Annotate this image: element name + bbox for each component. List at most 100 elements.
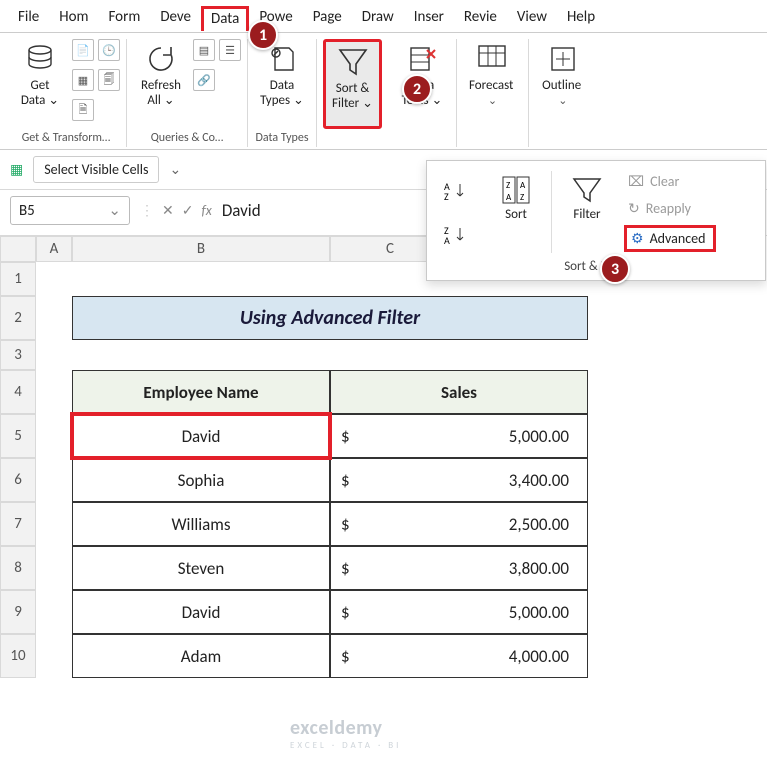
worksheet[interactable]: A B C 1 2 Using Advanced Filter 3 4 Empl… (0, 236, 767, 678)
existing-conn-icon[interactable]: 🗎 (72, 99, 94, 121)
menu-file[interactable]: File (8, 4, 49, 32)
reapply-icon: ↻ (628, 200, 640, 217)
callout-badge-2: 2 (402, 74, 432, 104)
reapply-filter-button[interactable]: ↻ Reapply (624, 198, 716, 219)
cell-B6[interactable]: Sophia (72, 458, 330, 502)
menu-insert[interactable]: Inser (404, 4, 454, 32)
cell-B8[interactable]: Steven (72, 546, 330, 590)
sort-desc-button[interactable]: ZA (435, 215, 481, 253)
col-header-A[interactable]: A (36, 236, 72, 262)
menu-view[interactable]: View (507, 4, 557, 32)
menu-developer[interactable]: Deve (150, 4, 201, 32)
ribbon: GetData ⌄ 📄 🕒 ▦ 🗐 🗎 Get & Transform… Ref… (0, 32, 767, 150)
fx-icon[interactable]: fx (201, 202, 211, 219)
sort-filter-dropdown: AZ ZA ZAAZ Sort Filter ⌧ Clear ↻ Reapply (426, 160, 766, 281)
cell-B5[interactable]: David (72, 414, 330, 458)
svg-text:A: A (444, 234, 450, 244)
menu-help[interactable]: Help (557, 4, 605, 32)
sort-asc-button[interactable]: AZ (435, 171, 481, 209)
refresh-all-button[interactable]: RefreshAll ⌄ (133, 39, 189, 129)
menu-draw[interactable]: Draw (352, 4, 404, 32)
cell-C8[interactable]: $3,800.00 (330, 546, 588, 590)
cell-C9[interactable]: $5,000.00 (330, 590, 588, 634)
cell-B3[interactable] (72, 340, 330, 370)
queries-icon[interactable]: ▤ (193, 39, 215, 61)
from-text-icon[interactable]: 📄 (72, 39, 94, 61)
sort-filter-button[interactable]: Sort &Filter ⌄ (323, 39, 382, 129)
select-visible-cells-button[interactable]: Select Visible Cells (33, 156, 159, 183)
group-label-queries: Queries & Co… (151, 129, 224, 147)
enter-icon[interactable]: ✓ (182, 202, 194, 219)
chevron-down-icon: ⌄ (108, 201, 121, 220)
cell-C10[interactable]: $4,000.00 (330, 634, 588, 678)
cell-B9[interactable]: David (72, 590, 330, 634)
cell-A2[interactable] (36, 296, 72, 340)
from-web-icon[interactable]: 🕒 (98, 39, 120, 61)
select-all-corner[interactable] (0, 236, 36, 262)
cell-B10[interactable]: Adam (72, 634, 330, 678)
group-get-transform: GetData ⌄ 📄 🕒 ▦ 🗐 🗎 Get & Transform… (6, 39, 127, 147)
get-transform-small-icons: 📄 🕒 ▦ 🗐 🗎 (72, 39, 120, 125)
group-queries: RefreshAll ⌄ ▤ ☰ 🔗 Queries & Co… (127, 39, 248, 147)
edit-links-icon[interactable]: 🔗 (193, 69, 215, 91)
cell-A7[interactable] (36, 502, 72, 546)
cell-A8[interactable] (36, 546, 72, 590)
svg-text:Z: Z (506, 180, 510, 191)
cell-C5[interactable]: $5,000.00 (330, 414, 588, 458)
sort-button[interactable]: ZAAZ Sort (493, 171, 539, 224)
row-header-8[interactable]: 8 (0, 546, 36, 590)
name-box[interactable]: B5 ⌄ (10, 196, 130, 225)
cell-A5[interactable] (36, 414, 72, 458)
col-header-B[interactable]: B (72, 236, 330, 262)
cell-C3[interactable] (330, 340, 588, 370)
cell-A6[interactable] (36, 458, 72, 502)
cell-A3[interactable] (36, 340, 72, 370)
cell-B7[interactable]: Williams (72, 502, 330, 546)
menu-bar: File Hom Form Deve Data Powe Page Draw I… (0, 0, 767, 32)
sort-icon: ZAAZ (499, 173, 533, 207)
menu-data[interactable]: Data (201, 6, 249, 31)
sort-desc-icon: ZA (441, 217, 475, 251)
row-header-10[interactable]: 10 (0, 634, 36, 678)
cancel-icon[interactable]: ✕ (162, 202, 174, 219)
svg-text:Z: Z (444, 190, 449, 200)
recent-sources-icon[interactable]: 🗐 (98, 69, 120, 91)
menu-formulas[interactable]: Form (99, 4, 151, 32)
menu-pagelayout[interactable]: Page (303, 4, 352, 32)
row-header-1[interactable]: 1 (0, 262, 36, 296)
filter-button[interactable]: Filter (564, 171, 610, 224)
outline-icon (545, 41, 581, 77)
select-visible-label: Select Visible Cells (44, 161, 148, 178)
data-types-button[interactable]: DataTypes ⌄ (254, 39, 310, 129)
clear-filter-button[interactable]: ⌧ Clear (624, 171, 716, 192)
row-header-3[interactable]: 3 (0, 340, 36, 370)
qat-dropdown[interactable]: ⌄ (169, 161, 181, 178)
sort-label: Sort (505, 207, 527, 222)
refresh-icon (143, 41, 179, 77)
cell-C6[interactable]: $3,400.00 (330, 458, 588, 502)
cell-B1[interactable] (72, 262, 330, 296)
row-header-6[interactable]: 6 (0, 458, 36, 502)
cell-C7[interactable]: $2,500.00 (330, 502, 588, 546)
row-header-4[interactable]: 4 (0, 370, 36, 414)
row-header-9[interactable]: 9 (0, 590, 36, 634)
cell-A4[interactable] (36, 370, 72, 414)
get-data-button[interactable]: GetData ⌄ (12, 39, 68, 129)
menu-home[interactable]: Hom (49, 4, 98, 32)
cell-A10[interactable] (36, 634, 72, 678)
menu-review[interactable]: Revie (454, 4, 507, 32)
cell-A9[interactable] (36, 590, 72, 634)
formula-bar-value[interactable]: David (222, 200, 261, 221)
properties-icon[interactable]: ☰ (219, 39, 241, 61)
forecast-button[interactable]: Forecast (463, 39, 522, 129)
row-header-7[interactable]: 7 (0, 502, 36, 546)
from-table-icon[interactable]: ▦ (72, 69, 94, 91)
group-label-get-transform: Get & Transform… (22, 129, 111, 147)
row-header-5[interactable]: 5 (0, 414, 36, 458)
row-header-2[interactable]: 2 (0, 296, 36, 340)
advanced-filter-button[interactable]: ⚙ Advanced (624, 225, 716, 252)
cell-A1[interactable] (36, 262, 72, 296)
sort-asc-icon: AZ (441, 173, 475, 207)
svg-text:A: A (506, 192, 512, 203)
outline-button[interactable]: Outline (535, 39, 591, 129)
